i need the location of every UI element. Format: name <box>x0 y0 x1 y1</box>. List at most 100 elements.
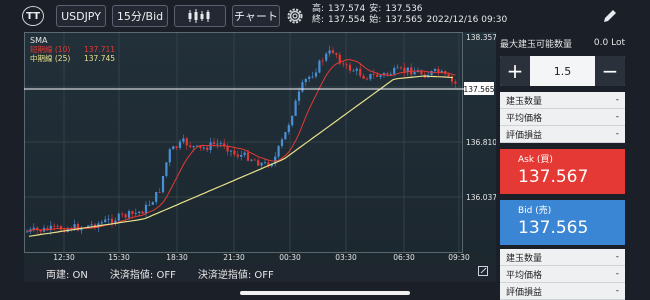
y-tick-label: 136.810 <box>466 138 496 147</box>
candle-body <box>321 60 324 62</box>
ask-buy-button[interactable]: Ask (買) 137.567 <box>500 149 625 194</box>
price-chart[interactable]: 137.565 138.357 136.810 136.037 12:30 15:… <box>24 31 497 264</box>
candle-body <box>107 218 110 220</box>
candle-body <box>206 147 209 150</box>
candle-body <box>257 160 260 166</box>
quote-ohlc: 高: 137.574 安: 137.536 終: 137.554 始: 137.565 202… <box>312 4 511 26</box>
candle-body <box>121 213 124 215</box>
high-label: 高: <box>312 4 325 14</box>
candle-body <box>141 211 144 214</box>
home-indicator[interactable] <box>240 291 410 295</box>
candle-body <box>342 63 345 65</box>
candle-body <box>301 82 304 92</box>
chart-button[interactable]: チャート <box>232 5 280 27</box>
candle-body <box>379 75 382 77</box>
expand-icon[interactable] <box>478 266 488 276</box>
open-value: 137.565 <box>385 15 423 25</box>
position-qty-value: - <box>615 252 619 262</box>
candle-body <box>396 67 399 69</box>
y-tick-label: 136.037 <box>466 193 496 202</box>
plus-button[interactable]: + <box>500 56 530 86</box>
ma-mid-label: 中期線 (25) <box>30 53 70 63</box>
candle-body <box>144 204 148 214</box>
pl-value: - <box>615 129 619 139</box>
position-qty-label: 建玉数量 <box>506 96 543 107</box>
candlestick-icon <box>188 9 210 23</box>
lot-stepper[interactable]: + 1.5 − <box>500 56 625 86</box>
candle-body <box>345 64 348 66</box>
candle-body <box>226 146 229 152</box>
candle-body <box>314 72 318 77</box>
candle-body <box>393 67 396 75</box>
candle-body <box>178 141 182 148</box>
max-quantity-value: 0.0 Lot <box>593 38 625 48</box>
stop-status[interactable]: 決済逆指値: OFF <box>198 266 274 281</box>
x-tick-label: 09:30 <box>448 253 470 262</box>
low-label: 安: <box>369 4 382 14</box>
candle-body <box>131 211 134 214</box>
candle-body <box>104 219 107 223</box>
y-tick-label: 138.357 <box>466 33 496 42</box>
candle-body <box>284 132 287 140</box>
candle-body <box>280 139 284 146</box>
chart-type-button[interactable] <box>174 5 226 27</box>
candle-body <box>389 74 392 75</box>
pencil-icon[interactable] <box>600 6 620 26</box>
candle-body <box>447 74 450 77</box>
candle-body <box>352 70 355 72</box>
current-price-label: 137.565 <box>463 85 494 94</box>
candle-body <box>311 76 314 78</box>
candle-body <box>56 225 59 227</box>
quote-datetime: 2022/12/16 09:30 <box>426 15 508 25</box>
candle-body <box>297 91 301 101</box>
candle-body <box>430 70 433 75</box>
max-quantity-row: 最大建玉可能数量 0.0 Lot <box>500 32 625 54</box>
candle-body <box>318 60 321 73</box>
order-settings-bar[interactable]: 両建: ON 決済指値: OFF 決済逆指値: OFF <box>24 264 496 282</box>
bid-sell-button[interactable]: Bid (売) 137.565 <box>500 200 625 245</box>
candle-body <box>240 154 243 157</box>
candle-body <box>202 147 205 149</box>
candle-body <box>399 67 403 69</box>
candle-body <box>331 50 335 54</box>
candle-body <box>335 53 338 55</box>
x-tick-label: 15:30 <box>108 253 130 262</box>
candle-body <box>328 50 331 54</box>
gear-icon[interactable] <box>285 6 305 26</box>
limit-status[interactable]: 決済指値: OFF <box>110 266 176 281</box>
candle-body <box>454 81 457 84</box>
both-sides-status[interactable]: 両建: ON <box>46 266 88 281</box>
avg-price-label: 平均価格 <box>506 113 543 124</box>
lot-input[interactable]: 1.5 <box>530 56 595 86</box>
ask-label: Ask (買) <box>518 155 553 165</box>
top-toolbar: TT USDJPY 15分/Bid チャート 高: 137.574 安: 137.53… <box>0 0 650 32</box>
minus-button[interactable]: − <box>595 56 625 86</box>
candle-body <box>148 204 151 206</box>
x-tick-label: 03:30 <box>335 253 357 262</box>
avg-price-value: - <box>615 269 619 279</box>
candle-body <box>365 78 369 80</box>
candle-body <box>403 67 406 72</box>
candle-body <box>277 145 280 157</box>
position-info-bid: 建玉数量 - 平均価格 - 評価損益 - <box>500 249 625 300</box>
timeframe-button[interactable]: 15分/Bid <box>112 5 168 27</box>
x-tick-label: 12:30 <box>53 253 75 262</box>
x-tick-label: 18:30 <box>166 253 188 262</box>
candle-body <box>308 76 311 79</box>
candle-body <box>260 162 263 166</box>
candle-body <box>304 78 307 83</box>
ask-price: 137.567 <box>518 167 589 187</box>
candle-body <box>355 68 358 71</box>
chart-canvas[interactable]: 137.565 138.357 136.810 136.037 12:30 15:… <box>24 31 497 264</box>
candle-body <box>359 68 362 76</box>
candle-body <box>325 53 328 61</box>
low-value: 137.536 <box>385 4 423 14</box>
app-logo: TT <box>22 6 44 26</box>
x-tick-label: 06:30 <box>393 253 415 262</box>
order-panel: 最大建玉可能数量 0.0 Lot + 1.5 − 建玉数量 - 平均価格 - 評価損… <box>500 32 625 300</box>
candle-body <box>413 72 416 75</box>
candle-body <box>185 138 188 146</box>
symbol-button[interactable]: USDJPY <box>56 5 106 27</box>
candle-body <box>253 159 256 161</box>
candle-body <box>155 192 158 203</box>
